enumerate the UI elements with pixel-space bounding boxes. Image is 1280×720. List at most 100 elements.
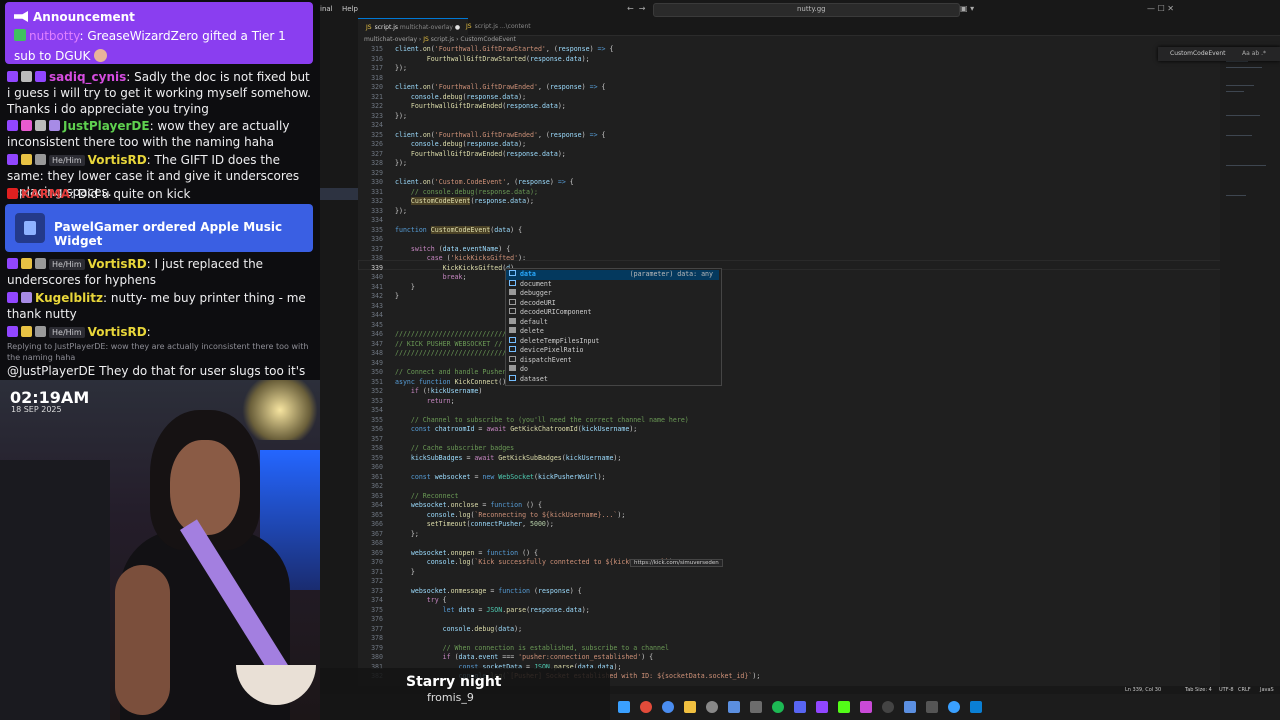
browser-icon[interactable]	[948, 701, 960, 713]
chat-text: @JustPlayerDE They do that for user slug…	[7, 364, 306, 378]
file-explorer-icon[interactable]	[684, 701, 696, 713]
suggestion-item[interactable]: deleteTempFilesInput	[506, 336, 719, 347]
pronoun-badge: He/Him	[49, 155, 85, 166]
suggestion-item[interactable]: decodeURIComponent	[506, 308, 719, 318]
broadcaster-badge-icon	[7, 258, 18, 269]
cursor-position[interactable]: Ln 339, Col 30	[1125, 687, 1161, 693]
pronoun-badge: He/Him	[49, 327, 85, 338]
suggestion-item[interactable]: devicePixelRatio	[506, 346, 719, 356]
chat-username[interactable]: JustPlayerDE	[63, 119, 150, 133]
chat-username[interactable]: VortisRD	[88, 325, 147, 339]
menu-terminal[interactable]: inal	[320, 5, 333, 13]
announcement-card: Announcement nutbotty: GreaseWizardZero …	[5, 2, 313, 64]
editor-tabs: JS script.js multichat-overlay ● JS script…	[358, 18, 1280, 36]
chat-username[interactable]: Kugelblitz	[35, 291, 103, 305]
suggestion-item[interactable]: document	[506, 279, 719, 290]
menu-help[interactable]: Help	[342, 5, 358, 13]
chrome-icon[interactable]	[640, 701, 652, 713]
vscode-window: inal Help ← → nutty.gg ▣ ▾ — ☐ ✕ JS scrip…	[320, 0, 1280, 720]
chat-username[interactable]: VortisRD	[88, 153, 147, 167]
function-icon	[509, 355, 516, 362]
js-file-icon: JS	[466, 23, 472, 30]
command-center-text: nutty.gg	[797, 5, 826, 13]
find-options[interactable]: Aa ab .*	[1242, 50, 1266, 57]
now-playing-artist: fromis_9	[427, 691, 474, 704]
link-hover-tooltip[interactable]: https://kick.com/simuverseden	[630, 559, 723, 567]
widget-thumbnail	[15, 213, 45, 243]
variable-icon	[509, 346, 516, 352]
settings-icon[interactable]	[706, 701, 718, 713]
app-icon[interactable]	[728, 701, 740, 713]
suggestion-item[interactable]: dispatchEvent	[506, 355, 719, 366]
verified-badge-icon	[21, 292, 32, 303]
browser-icon[interactable]	[662, 701, 674, 713]
now-playing-title: Starry night	[406, 674, 502, 690]
bits-badge-icon	[21, 71, 32, 82]
spotify-icon[interactable]	[772, 701, 784, 713]
nav-arrows[interactable]: ← →	[627, 4, 646, 13]
discord-icon[interactable]	[794, 701, 806, 713]
windows-start-icon[interactable]	[618, 701, 630, 713]
find-input[interactable]: CustomCodeEvent	[1170, 50, 1226, 57]
app-icon[interactable]	[860, 701, 872, 713]
vscode-icon[interactable]	[970, 701, 982, 713]
clock-date: 18 SEP 2025	[11, 405, 62, 414]
minimap[interactable]	[1220, 45, 1280, 686]
chat-message: JustPlayerDE: wow they are actually inco…	[7, 118, 315, 150]
suggestion-item[interactable]: default	[506, 317, 719, 328]
suggestion-item[interactable]: decodeURI	[506, 298, 719, 309]
command-center[interactable]: nutty.gg	[653, 3, 960, 17]
chat-text: : Did u quite on kick	[70, 187, 191, 201]
twitch-icon[interactable]	[816, 701, 828, 713]
kick-icon[interactable]	[838, 701, 850, 713]
broadcaster-badge-icon	[7, 292, 18, 303]
suggestion-item[interactable]: data (parameter) data: any	[506, 270, 719, 280]
breadcrumb[interactable]: multichat-overlay › JS script.js › Custo…	[364, 36, 516, 43]
chat-text: :	[146, 325, 151, 339]
variable-icon	[509, 374, 516, 381]
chat-username[interactable]: sadiq_cynis	[49, 70, 126, 84]
chat-message: Kugelblitz: nutty- me buy printer thing …	[7, 290, 315, 322]
announcement-user[interactable]: nutbotty	[29, 29, 80, 43]
suggestion-item[interactable]: delete	[506, 327, 719, 337]
variable-icon	[509, 279, 516, 286]
keyword-icon	[509, 289, 516, 295]
chat-username[interactable]: VortisRD	[88, 257, 147, 271]
layout-icons[interactable]: ▣ ▾ — ☐ ✕	[960, 4, 1174, 13]
webcam-feed: 02:19AM 18 SEP 2025	[0, 380, 320, 720]
app-icon[interactable]	[750, 701, 762, 713]
obs-icon[interactable]	[882, 701, 894, 713]
app-icon[interactable]	[926, 701, 938, 713]
selected-file-row[interactable]	[320, 188, 358, 200]
reply-context: Replying to JustPlayerDE: wow they are a…	[7, 342, 309, 362]
gift-badge-icon	[49, 120, 60, 131]
crown-badge-icon	[21, 326, 32, 337]
tab-script-multichat[interactable]: JS script.js multichat-overlay ●	[358, 18, 469, 36]
crown-badge-icon	[21, 154, 32, 165]
chat-message: sadiq_cynis: Sadly the doc is not fixed …	[7, 69, 315, 117]
order-alert-text: PawelGamer ordered Apple Music Widget	[54, 220, 283, 248]
encoding[interactable]: UTF-8	[1219, 687, 1234, 693]
find-widget[interactable]: CustomCodeEvent Aa ab .*	[1158, 47, 1280, 61]
line-ending[interactable]: CRLF	[1238, 687, 1251, 693]
heart-badge-icon	[21, 120, 32, 131]
suggestion-item[interactable]: debugger	[506, 289, 719, 299]
app-icon[interactable]	[904, 701, 916, 713]
variable-icon	[509, 270, 516, 276]
crown-badge-icon	[21, 258, 32, 269]
title-bar: inal Help ← → nutty.gg ▣ ▾ — ☐ ✕	[320, 0, 1280, 18]
chat-username[interactable]: KARMA	[21, 187, 70, 201]
tab-size[interactable]: Tab Size: 4	[1185, 687, 1212, 693]
keyword-icon	[509, 365, 516, 371]
pronoun-badge: He/Him	[49, 259, 85, 270]
language-mode[interactable]: JavaS	[1260, 687, 1274, 693]
tier-badge-icon	[35, 326, 46, 337]
suggestion-item[interactable]: do	[506, 365, 719, 375]
broadcaster-badge-icon	[7, 120, 18, 131]
js-file-icon: JS	[366, 24, 372, 31]
tab-script-content[interactable]: JS script.js ...\content	[458, 18, 539, 35]
code-editor[interactable]: 315 client.on('Fourthwall.GiftDrawStarted…	[358, 45, 1278, 686]
broadcaster-badge-icon	[7, 71, 18, 82]
suggestion-item[interactable]: dataset	[506, 374, 719, 385]
keyword-icon	[509, 327, 516, 333]
